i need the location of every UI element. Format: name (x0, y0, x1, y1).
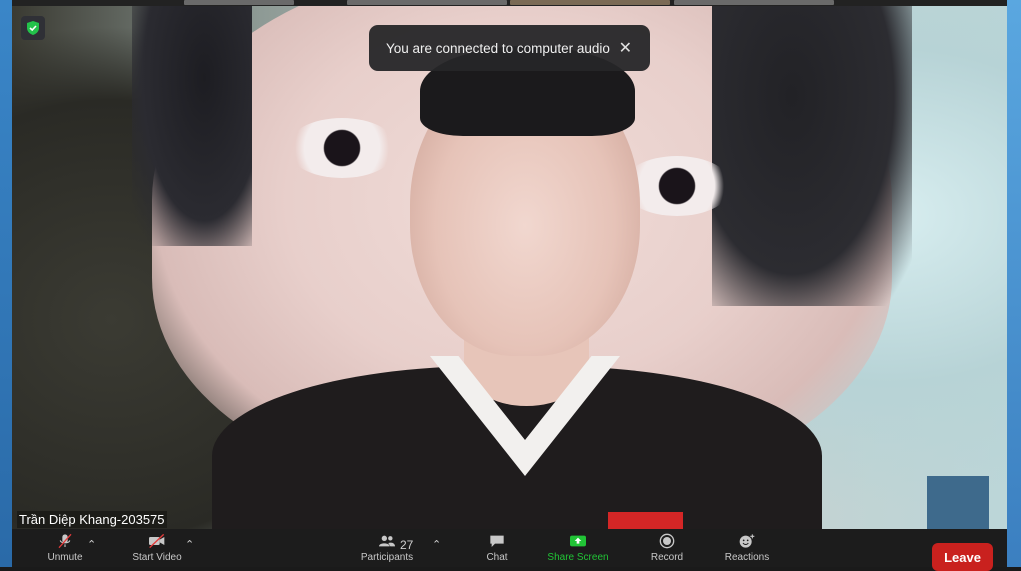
participants-label: Participants (360, 552, 414, 563)
muted-microphone-icon (58, 533, 72, 549)
participant-name-label: Trần Diệp Khang-203575 (17, 511, 167, 528)
video-off-icon (149, 533, 165, 549)
record-label: Record (650, 552, 684, 563)
meeting-toolbar: Unmute ⌃ Start Video ⌃ Participants 27 ⌃… (12, 529, 1007, 571)
chat-icon (490, 535, 504, 547)
chevron-up-icon[interactable]: ⌃ (432, 538, 441, 551)
active-speaker-video (12, 6, 1007, 529)
toast-message: You are connected to computer audio (386, 40, 610, 56)
unmute-label: Unmute (47, 552, 83, 563)
start-video-button[interactable]: Start Video (127, 533, 187, 563)
unmute-button[interactable]: Unmute (40, 533, 90, 563)
reactions-button[interactable]: Reactions (717, 533, 777, 563)
record-icon (659, 533, 675, 549)
share-screen-button[interactable]: Share Screen (538, 533, 618, 563)
audio-connected-toast: You are connected to computer audio ✕ (369, 25, 650, 71)
chevron-up-icon[interactable]: ⌃ (87, 538, 96, 551)
reactions-label: Reactions (724, 552, 770, 563)
chat-label: Chat (486, 552, 508, 563)
share-screen-label: Share Screen (547, 552, 609, 563)
window-border-left (0, 0, 12, 567)
participants-icon (379, 535, 395, 547)
reactions-smiley-icon (739, 534, 755, 548)
window-border-right (1007, 0, 1021, 567)
participants-count: 27 (400, 538, 414, 552)
chevron-up-icon[interactable]: ⌃ (185, 538, 194, 551)
close-icon[interactable]: ✕ (619, 38, 632, 58)
share-screen-icon (570, 535, 586, 547)
start-video-label: Start Video (132, 552, 182, 563)
chat-button[interactable]: Chat (472, 533, 522, 563)
encryption-shield-icon[interactable] (21, 16, 45, 40)
record-button[interactable]: Record (642, 533, 692, 563)
